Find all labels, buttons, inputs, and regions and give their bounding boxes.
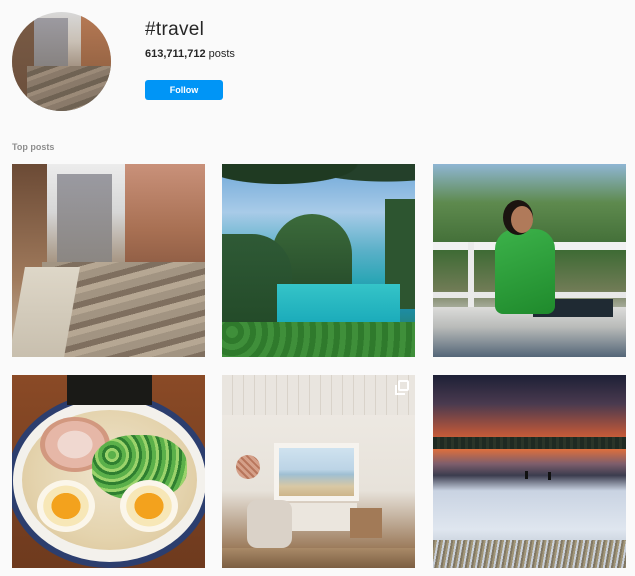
- post-tile-4[interactable]: [12, 375, 205, 568]
- post-tile-1[interactable]: [12, 164, 205, 357]
- post-tile-3[interactable]: [433, 164, 626, 357]
- multiple-photos-icon: [395, 380, 409, 395]
- post-tile-2[interactable]: [222, 164, 415, 357]
- top-posts-heading: Top posts: [12, 142, 55, 152]
- hashtag-title: #travel: [145, 19, 205, 40]
- post-tile-6[interactable]: [433, 375, 626, 568]
- follow-button[interactable]: Follow: [145, 80, 223, 100]
- post-tile-5[interactable]: [222, 375, 415, 568]
- posts-count-label: posts: [205, 48, 235, 60]
- posts-count-number: 613,711,712: [145, 48, 206, 60]
- posts-count: 613,711,712 posts: [145, 48, 235, 60]
- hashtag-avatar: [12, 12, 111, 111]
